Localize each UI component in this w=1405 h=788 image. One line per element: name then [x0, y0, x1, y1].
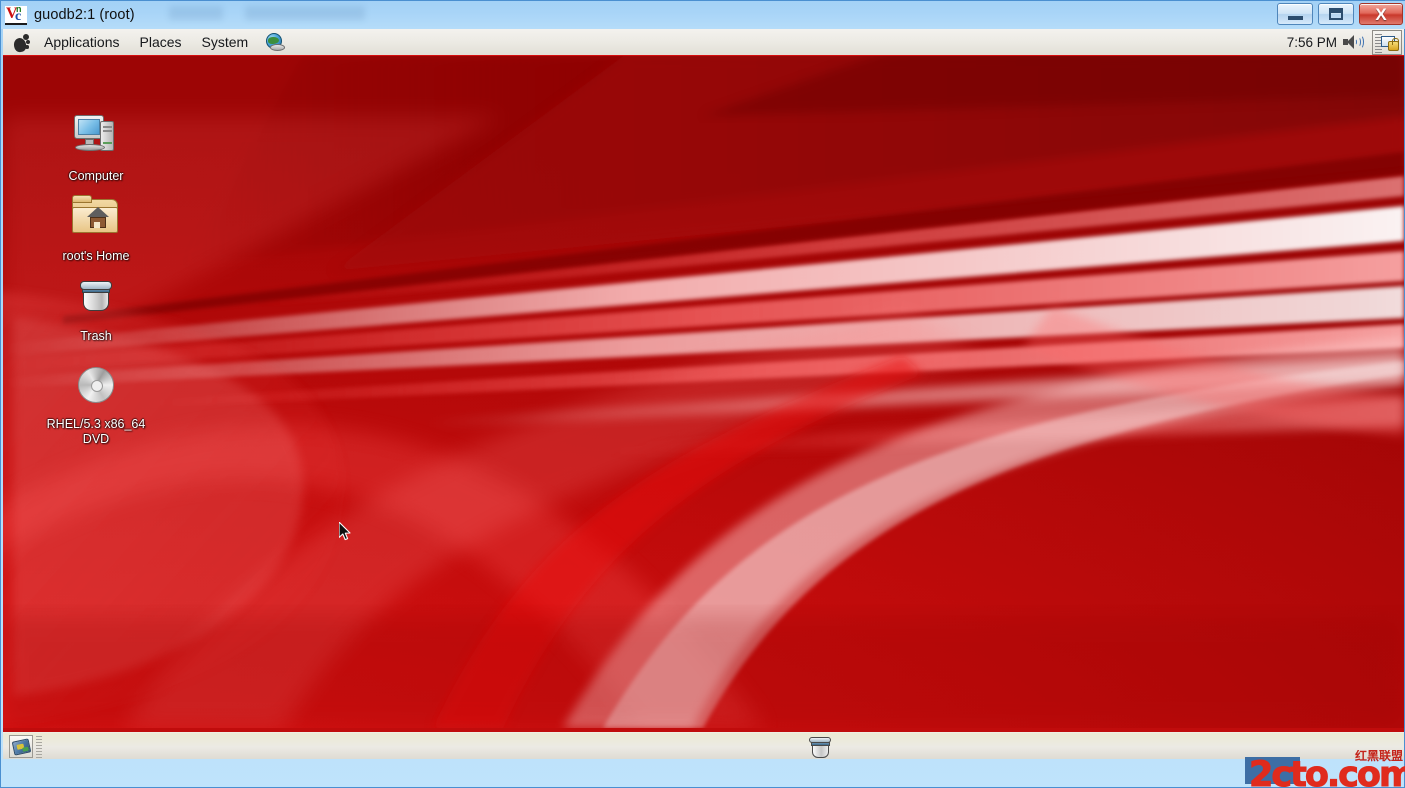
obscured-toolbar-text: xxxxxxxx xxxxxxxxxxxxxxxxxxx	[169, 4, 549, 21]
desktop-icon-dvd[interactable]: RHEL/5.3 x86_64 DVD	[35, 361, 157, 448]
site-watermark: 2cto.com 红黑联盟	[1243, 750, 1405, 788]
trash-applet-icon[interactable]	[809, 736, 831, 759]
optical-disc-icon	[70, 361, 122, 413]
desktop-icon-label: Computer	[67, 169, 126, 184]
show-desktop-icon[interactable]	[9, 735, 33, 758]
vnc-viewer-window: Vnc guodb2:1 (root) xxxxxxxx xxxxxxxxxxx…	[0, 0, 1405, 788]
desktop-icon-label: RHEL/5.3 x86_64 DVD	[45, 417, 148, 447]
watermark-tagline: 红黑联盟	[1355, 750, 1403, 763]
trash-icon	[70, 271, 122, 323]
vnc-logo-icon: Vnc	[5, 6, 27, 25]
computer-icon	[70, 111, 122, 163]
gnome-top-panel: Applications Places System 7:56 PM	[3, 29, 1404, 56]
clock-text: 7:56 PM	[1287, 35, 1337, 50]
obscured-item: xxxxxxxx	[169, 6, 223, 20]
mouse-cursor	[339, 522, 353, 542]
globe-icon[interactable]	[264, 32, 286, 52]
maximize-button[interactable]	[1318, 3, 1354, 25]
obscured-item: xxxxxxxxxxxxxxxxxxx	[245, 6, 365, 20]
window-titlebar[interactable]: Vnc guodb2:1 (root) xxxxxxxx xxxxxxxxxxx…	[1, 1, 1405, 29]
close-button[interactable]: X	[1359, 3, 1403, 25]
desktop-wallpaper[interactable]: Computer root's Home Trash	[3, 56, 1404, 728]
screen-lock-icon[interactable]	[1372, 30, 1402, 55]
home-folder-icon	[70, 191, 122, 243]
desktop-icon-label: Trash	[78, 329, 114, 344]
screenshot-root: Vnc guodb2:1 (root) xxxxxxxx xxxxxxxxxxx…	[0, 0, 1405, 788]
gnome-foot-icon	[10, 31, 32, 53]
menu-places[interactable]: Places	[130, 30, 192, 54]
window-title: guodb2:1 (root)	[34, 7, 135, 23]
desktop-icon-trash[interactable]: Trash	[35, 271, 157, 345]
clock-applet[interactable]: 7:56 PM	[1281, 32, 1368, 52]
menu-system[interactable]: System	[192, 30, 259, 54]
minimize-button[interactable]	[1277, 3, 1313, 25]
speaker-icon[interactable]	[1343, 34, 1362, 50]
menu-applications[interactable]: Applications	[34, 30, 130, 54]
panel-grip[interactable]	[36, 736, 42, 758]
close-icon: X	[1375, 6, 1386, 23]
wallpaper-streaks	[3, 56, 1404, 728]
remote-desktop-view[interactable]: Applications Places System 7:56 PM	[3, 29, 1404, 759]
desktop-icon-computer[interactable]: Computer	[35, 111, 157, 185]
window-controls: X	[1277, 3, 1403, 25]
desktop-icon-home[interactable]: root's Home	[35, 191, 157, 265]
desktop-icon-label: root's Home	[61, 249, 132, 264]
gnome-bottom-panel	[3, 728, 1404, 759]
